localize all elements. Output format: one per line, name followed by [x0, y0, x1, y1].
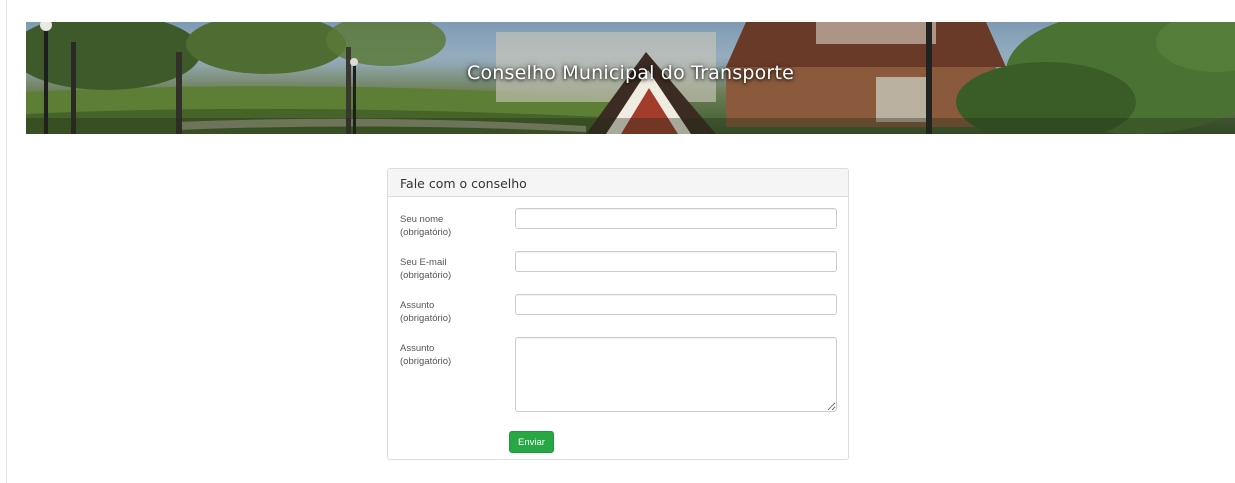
- subject-label-text: Assunto: [400, 300, 435, 311]
- banner-title: Conselho Municipal do Transporte: [467, 62, 794, 84]
- name-required-text: (obrigatório): [400, 226, 452, 238]
- page-left-border: [6, 0, 7, 483]
- name-input[interactable]: [515, 208, 837, 229]
- subject-input[interactable]: [515, 294, 837, 315]
- subject-required-text: (obrigatório): [400, 312, 452, 324]
- name-label-text: Seu nome: [400, 214, 444, 225]
- subject-field-label: Assunto (obrigatório): [400, 300, 510, 325]
- email-required-text: (obrigatório): [400, 269, 452, 281]
- header-banner: Conselho Municipal do Transporte: [26, 22, 1235, 134]
- email-input[interactable]: [515, 251, 837, 272]
- message-field-label: Assunto (obrigatório): [400, 343, 510, 368]
- contact-form-panel: Fale com o conselho Seu nome (obrigatóri…: [387, 168, 849, 460]
- email-field-label: Seu E-mail (obrigatório): [400, 257, 510, 282]
- panel-heading: Fale com o conselho: [388, 169, 848, 197]
- message-textarea[interactable]: [515, 337, 837, 412]
- message-label-text: Assunto: [400, 343, 435, 354]
- name-field-label: Seu nome (obrigatório): [400, 214, 510, 239]
- message-required-text: (obrigatório): [400, 355, 452, 367]
- submit-button[interactable]: Enviar: [509, 431, 554, 453]
- email-label-text: Seu E-mail: [400, 257, 447, 268]
